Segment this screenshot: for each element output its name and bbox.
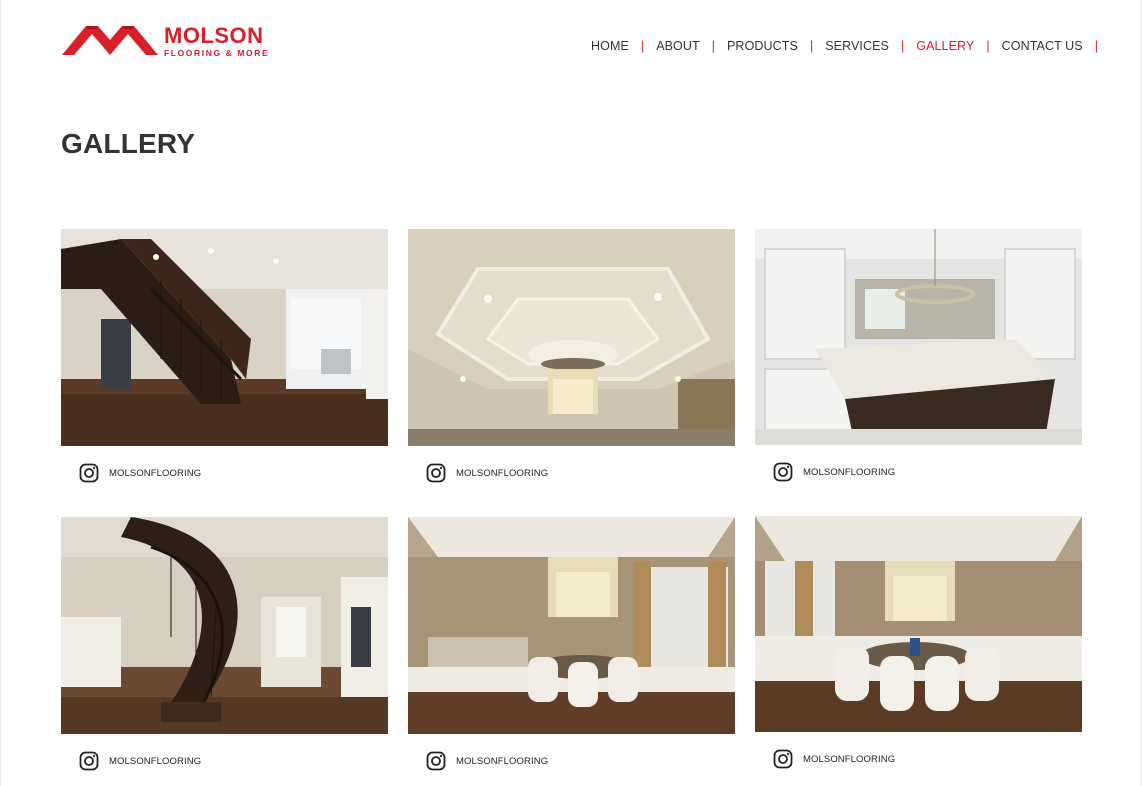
instagram-icon[interactable] — [79, 751, 99, 771]
nav-separator: | — [640, 39, 645, 53]
nav-link-gallery[interactable]: GALLERY — [916, 39, 974, 53]
nav-item-home: HOME | — [591, 39, 656, 53]
nav-separator: | — [1094, 39, 1098, 53]
nav-link-products[interactable]: PRODUCTS — [727, 39, 798, 53]
nav-item-gallery: GALLERY | — [916, 39, 1001, 53]
gallery-photo-curved-staircase-hallway[interactable] — [61, 517, 388, 734]
gallery-photo-dining-room-sideboard[interactable] — [408, 517, 735, 734]
instagram-icon[interactable] — [773, 749, 793, 769]
instagram-icon[interactable] — [79, 463, 99, 483]
instagram-handle-link[interactable]: MOLSONFLOORING — [109, 756, 201, 767]
gallery-card: MOLSONFLOORING — [408, 517, 735, 771]
nav-separator: | — [901, 39, 905, 53]
gallery-card: MOLSONFLOORING — [755, 516, 1082, 769]
instagram-icon[interactable] — [773, 462, 793, 482]
nav-item-products: PRODUCTS | — [727, 39, 825, 53]
instagram-handle-link[interactable]: MOLSONFLOORING — [456, 468, 548, 479]
nav-link-about[interactable]: ABOUT — [656, 39, 700, 53]
nav-item-services: SERVICES | — [825, 39, 916, 53]
gallery-photo-coffered-ceiling-chandelier[interactable] — [408, 229, 735, 446]
gallery-photo-dining-room-round-table[interactable] — [755, 516, 1082, 732]
instagram-handle-link[interactable]: MOLSONFLOORING — [803, 467, 895, 478]
gallery-photo-staircase-foyer[interactable] — [61, 229, 388, 446]
instagram-handle-link[interactable]: MOLSONFLOORING — [456, 756, 548, 767]
nav-link-home[interactable]: HOME — [591, 39, 629, 53]
nav-link-services[interactable]: SERVICES — [825, 39, 889, 53]
nav-item-contact-us: CONTACT US | — [1002, 39, 1098, 53]
nav-separator: | — [809, 39, 814, 53]
brand-logo[interactable]: MOLSON FLOORING & MORE — [60, 22, 312, 58]
gallery-card: MOLSONFLOORING — [61, 229, 388, 483]
gallery-card: MOLSONFLOORING — [61, 517, 388, 771]
instagram-icon[interactable] — [426, 751, 446, 771]
nav-item-about: ABOUT | — [656, 39, 727, 53]
instagram-handle-link[interactable]: MOLSONFLOORING — [803, 754, 895, 765]
instagram-handle-link[interactable]: MOLSONFLOORING — [109, 468, 201, 479]
nav-separator: | — [986, 39, 990, 53]
gallery-card: MOLSONFLOORING — [755, 229, 1082, 482]
gallery-card: MOLSONFLOORING — [408, 229, 735, 483]
gallery-photo-white-kitchen-island[interactable] — [755, 229, 1082, 445]
brand-tagline: FLOORING & MORE — [164, 48, 270, 58]
instagram-icon[interactable] — [426, 463, 446, 483]
nav-link-contact-us[interactable]: CONTACT US — [1002, 39, 1083, 53]
brand-name: MOLSON — [164, 23, 264, 48]
main-nav: HOME | ABOUT | PRODUCTS | SERVICES | GALLERY | CON… — [591, 38, 1098, 54]
page-title: GALLERY — [61, 128, 196, 159]
nav-separator: | — [711, 39, 715, 53]
